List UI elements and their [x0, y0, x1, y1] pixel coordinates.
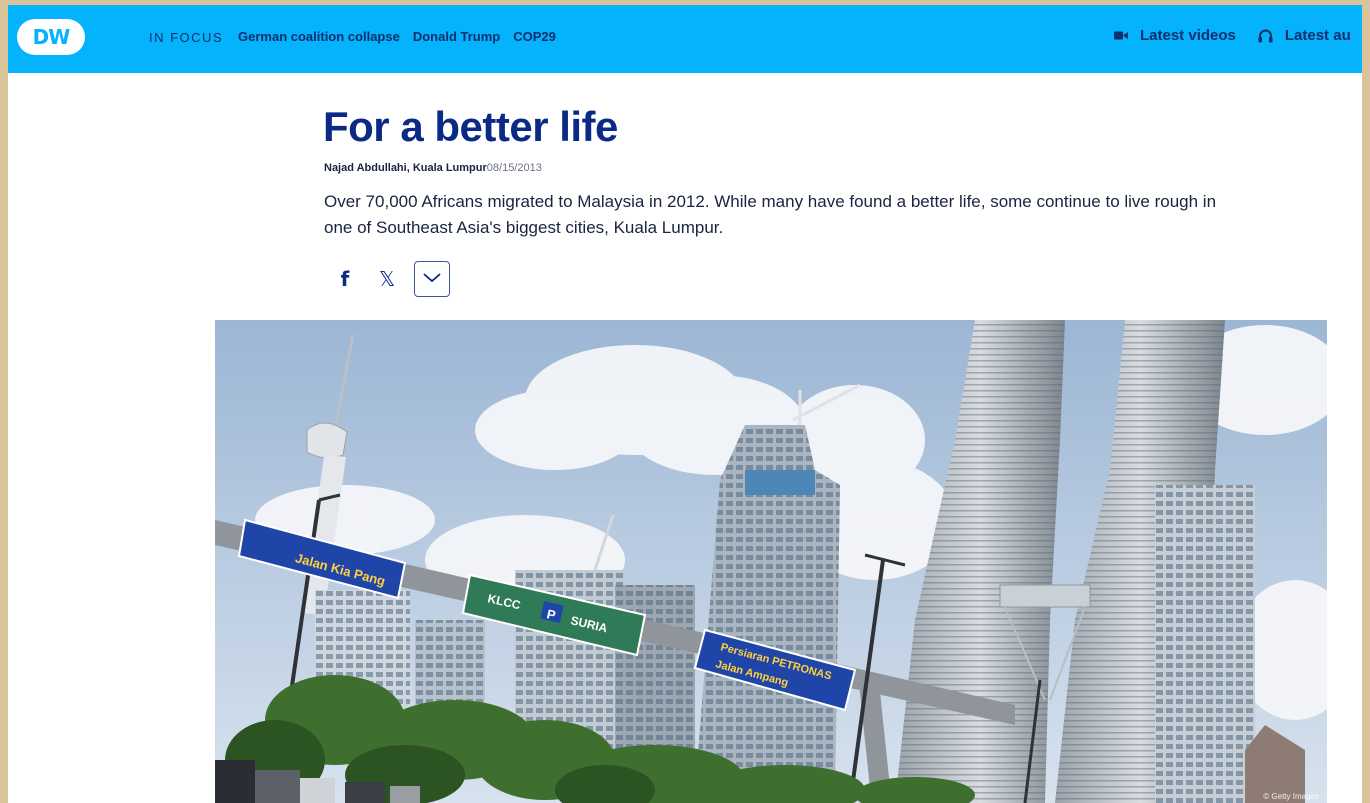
more-share-button[interactable]: [414, 261, 450, 297]
x-icon: 𝕏: [378, 267, 396, 291]
latest-audio-label: Latest au: [1284, 27, 1351, 44]
focus-link-coalition[interactable]: German coalition collapse: [238, 29, 400, 44]
focus-link-trump[interactable]: Donald Trump: [413, 29, 500, 44]
article-title: For a better life: [323, 103, 618, 150]
focus-link-cop29[interactable]: COP29: [513, 29, 556, 44]
hero-image: Jalan Kia Pang KLCC P SURIA Persiaran PE…: [215, 320, 1327, 803]
media-links: Latest videos Latest au: [1114, 27, 1351, 44]
page-frame: DW IN FOCUS German coalition collapse Do…: [8, 5, 1362, 803]
latest-videos-link[interactable]: Latest videos: [1114, 27, 1236, 44]
latest-audio-link[interactable]: Latest au: [1258, 27, 1351, 44]
in-focus-label: IN FOCUS: [149, 30, 224, 45]
x-share-button[interactable]: 𝕏: [370, 262, 404, 296]
facebook-share-button[interactable]: f: [328, 262, 362, 296]
article-date: 08/15/2013: [486, 162, 542, 174]
video-camera-icon: [1114, 30, 1128, 41]
article-author[interactable]: Najad Abdullahi, Kuala Lumpur: [324, 162, 487, 174]
dw-logo[interactable]: DW: [17, 19, 85, 55]
headphones-icon: [1258, 29, 1273, 43]
image-credit: © Getty Images: [1263, 792, 1319, 801]
chevron-down-icon: [423, 270, 441, 288]
facebook-icon: f: [340, 267, 350, 291]
article-meta: Najad Abdullahi, Kuala Lumpur08/15/2013: [324, 162, 542, 174]
focus-links: German coalition collapse Donald Trump C…: [238, 29, 556, 44]
share-bar: f 𝕏: [328, 261, 450, 297]
top-nav-bar: DW IN FOCUS German coalition collapse Do…: [8, 5, 1362, 73]
article-lead: Over 70,000 Africans migrated to Malaysi…: [324, 192, 1217, 237]
latest-videos-label: Latest videos: [1140, 27, 1236, 44]
